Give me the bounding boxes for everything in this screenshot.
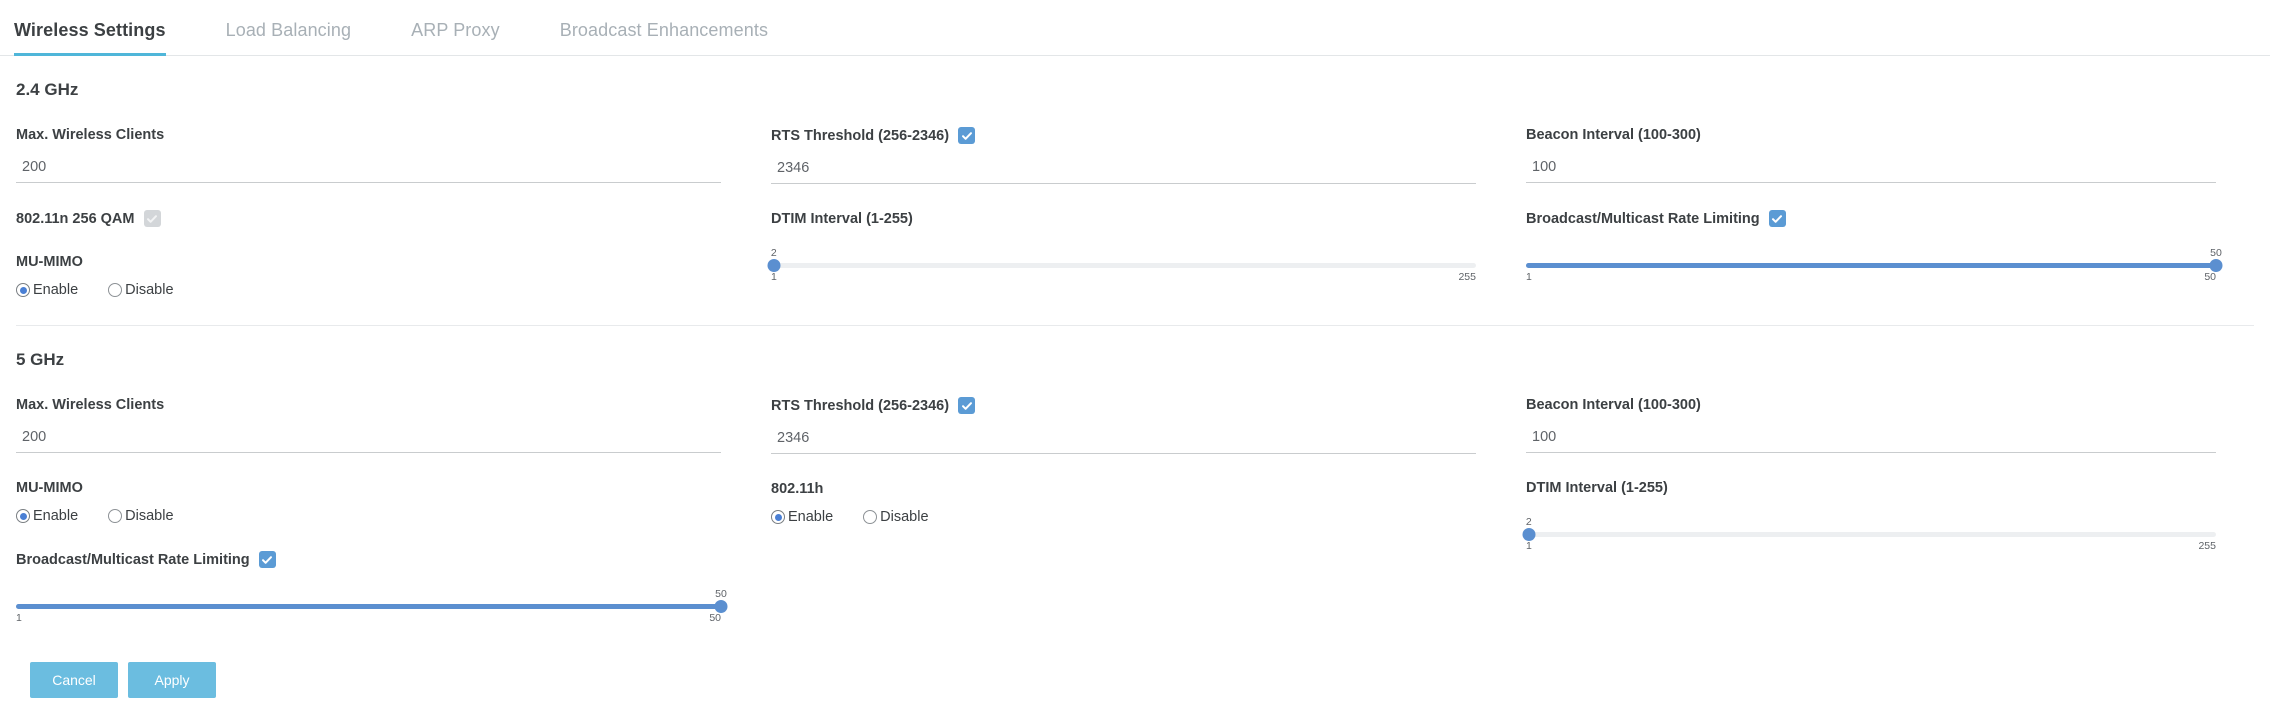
- label-rate-limiting-24: Broadcast/Multicast Rate Limiting: [1526, 210, 2216, 227]
- label-text: 802.11n 256 QAM: [16, 210, 135, 227]
- radio-label: Enable: [33, 508, 79, 524]
- column-5ghz-middle: RTS Threshold (256-2346) 802.11h Enable: [771, 397, 1526, 626]
- radio-label: Disable: [880, 509, 929, 525]
- slider-min-label: 1: [1526, 540, 1532, 552]
- tab-arp-proxy[interactable]: ARP Proxy: [411, 21, 534, 55]
- label-rate-limiting-5: Broadcast/Multicast Rate Limiting: [16, 551, 721, 568]
- slider-fill: [1526, 263, 2216, 268]
- label-dtim-interval-5: DTIM Interval (1-255): [1526, 480, 2216, 496]
- column-24ghz-left: Max. Wireless Clients 802.11n 256 QAM MU…: [16, 127, 771, 298]
- label-text: 802.11h: [771, 481, 824, 497]
- slider-max-label: 50: [2204, 271, 2216, 283]
- label-max-wireless-clients-5: Max. Wireless Clients: [16, 397, 721, 413]
- slider-max-label: 255: [2198, 540, 2216, 552]
- label-beacon-interval-24: Beacon Interval (100-300): [1526, 127, 2216, 143]
- label-text: Broadcast/Multicast Rate Limiting: [16, 551, 250, 568]
- column-24ghz-right: Beacon Interval (100-300) Broadcast/Mult…: [1526, 127, 2266, 298]
- radio-dot-icon: [108, 283, 123, 297]
- label-rts-threshold-24: RTS Threshold (256-2346): [771, 127, 1476, 144]
- section-title-5ghz: 5 GHz: [16, 350, 65, 369]
- input-beacon-interval-24[interactable]: [1526, 155, 2216, 183]
- radio-mu-mimo-5-disable[interactable]: Disable: [108, 508, 174, 524]
- checkbox-rate-limiting-5[interactable]: [258, 551, 276, 568]
- checkbox-rts-threshold-5[interactable]: [958, 397, 976, 414]
- label-text: Max. Wireless Clients: [16, 127, 165, 143]
- radio-group-mu-mimo-24: Enable Disable: [16, 282, 721, 298]
- label-text: Max. Wireless Clients: [16, 397, 165, 413]
- label-mu-mimo-5: MU-MIMO: [16, 480, 721, 496]
- label-dtim-interval-24: DTIM Interval (1-255): [771, 211, 1476, 227]
- input-beacon-interval-5[interactable]: [1526, 425, 2216, 453]
- checkbox-802-11n-256-qam-24: [143, 210, 161, 227]
- radio-label: Disable: [125, 508, 174, 524]
- input-max-wireless-clients-24[interactable]: [16, 155, 721, 183]
- section-5ghz-grid: Max. Wireless Clients MU-MIMO Enable Dis…: [16, 397, 2254, 626]
- radio-802-11h-disable[interactable]: Disable: [863, 509, 929, 525]
- label-text: MU-MIMO: [16, 254, 83, 270]
- section-24ghz-grid: Max. Wireless Clients 802.11n 256 QAM MU…: [16, 127, 2254, 298]
- tab-wireless-settings[interactable]: Wireless Settings: [14, 21, 200, 56]
- slider-rate-limiting-5[interactable]: 50 1 50: [16, 588, 728, 626]
- label-text: Beacon Interval (100-300): [1526, 397, 1701, 413]
- label-text: Broadcast/Multicast Rate Limiting: [1526, 210, 1760, 227]
- column-5ghz-right: Beacon Interval (100-300) DTIM Interval …: [1522, 397, 2266, 626]
- radio-mu-mimo-24-disable[interactable]: Disable: [108, 282, 174, 298]
- label-text: RTS Threshold (256-2346): [771, 397, 950, 414]
- slider-dtim-interval-24[interactable]: 2 1 255: [767, 247, 1476, 285]
- label-rts-threshold-5: RTS Threshold (256-2346): [771, 397, 1476, 414]
- label-text: Beacon Interval (100-300): [1526, 127, 1701, 143]
- column-5ghz-left: Max. Wireless Clients MU-MIMO Enable Dis…: [16, 397, 771, 626]
- radio-label: Enable: [33, 282, 79, 298]
- radio-dot-icon: [863, 510, 878, 524]
- input-rts-threshold-5[interactable]: [771, 426, 1476, 454]
- radio-mu-mimo-24-enable[interactable]: Enable: [16, 282, 78, 298]
- radio-dot-icon: [771, 510, 785, 524]
- input-rts-threshold-24[interactable]: [771, 156, 1476, 184]
- label-text: DTIM Interval (1-255): [1526, 480, 1668, 496]
- form-actions: Cancel Apply: [16, 626, 2254, 698]
- radio-label: Enable: [788, 509, 834, 525]
- tab-load-balancing[interactable]: Load Balancing: [226, 21, 386, 55]
- slider-current-value: 2: [1525, 516, 1532, 528]
- label-text: DTIM Interval (1-255): [771, 211, 913, 227]
- radio-group-802-11h-5: Enable Disable: [771, 509, 1476, 525]
- label-max-wireless-clients-24: Max. Wireless Clients: [16, 127, 721, 143]
- radio-mu-mimo-5-enable[interactable]: Enable: [16, 508, 78, 524]
- radio-dot-icon: [108, 509, 123, 523]
- checkbox-rate-limiting-24[interactable]: [1768, 210, 1786, 227]
- cancel-button[interactable]: Cancel: [30, 662, 118, 698]
- slider-track: [771, 263, 1476, 268]
- radio-group-mu-mimo-5: Enable Disable: [16, 508, 721, 524]
- settings-page: 2.4 GHz Max. Wireless Clients 802.11n 25…: [0, 56, 2270, 698]
- slider-dtim-interval-5[interactable]: 2 1 255: [1522, 516, 2216, 554]
- label-mu-mimo-24: MU-MIMO: [16, 254, 721, 270]
- column-24ghz-middle: RTS Threshold (256-2346) DTIM Interval (…: [767, 127, 1526, 298]
- tab-bar: Wireless Settings Load Balancing ARP Pro…: [0, 0, 2270, 56]
- radio-label: Disable: [125, 282, 174, 298]
- slider-rate-limiting-24[interactable]: 50 1 50: [1526, 247, 2223, 285]
- checkbox-rts-threshold-24[interactable]: [958, 127, 976, 144]
- slider-min-label: 1: [16, 612, 22, 624]
- slider-track: [1526, 532, 2216, 537]
- slider-max-label: 255: [1458, 271, 1476, 283]
- radio-dot-icon: [16, 509, 30, 523]
- slider-current-value: 2: [770, 247, 777, 259]
- slider-fill: [16, 604, 721, 609]
- radio-802-11h-enable[interactable]: Enable: [771, 509, 833, 525]
- label-802-11h-5: 802.11h: [771, 481, 1476, 497]
- label-text: MU-MIMO: [16, 480, 83, 496]
- apply-button[interactable]: Apply: [128, 662, 216, 698]
- label-802-11n-256-qam-24: 802.11n 256 QAM: [16, 210, 721, 227]
- label-text: RTS Threshold (256-2346): [771, 127, 950, 144]
- radio-dot-icon: [16, 283, 30, 297]
- slider-current-value: 50: [715, 588, 727, 600]
- tab-broadcast-enhancements[interactable]: Broadcast Enhancements: [560, 21, 802, 55]
- slider-min-label: 1: [771, 271, 777, 283]
- section-title-24ghz: 2.4 GHz: [16, 80, 79, 99]
- slider-max-label: 50: [709, 612, 721, 624]
- slider-min-label: 1: [1526, 271, 1532, 283]
- label-beacon-interval-5: Beacon Interval (100-300): [1526, 397, 2216, 413]
- slider-current-value: 50: [2210, 247, 2222, 259]
- input-max-wireless-clients-5[interactable]: [16, 425, 721, 453]
